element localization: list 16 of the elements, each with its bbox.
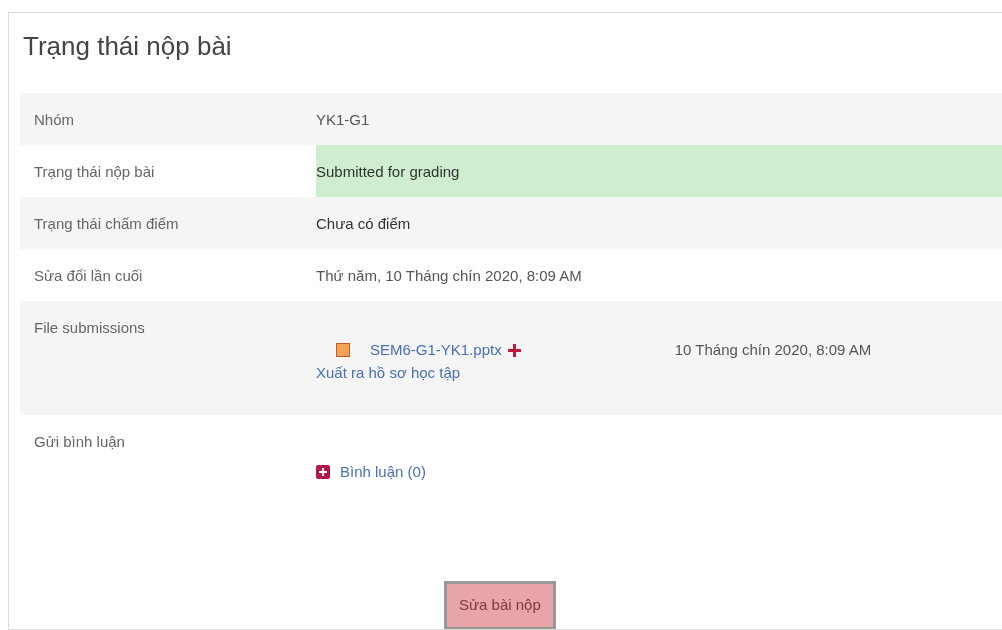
row-label: Gửi bình luận <box>34 433 125 450</box>
row-value: Submitted for grading <box>316 145 1002 197</box>
export-portfolio-link[interactable]: Xuất ra hồ sơ học tập <box>316 361 461 384</box>
row-value: YK1-G1 <box>316 110 371 130</box>
file-date: 10 Tháng chín 2020, 8:09 AM <box>674 340 872 360</box>
row-label: Nhóm <box>33 110 75 130</box>
page-title: Trạng thái nộp bài <box>23 30 233 63</box>
row-value: Chưa có điểm <box>316 214 412 234</box>
file-link[interactable]: SEM6-G1-YK1.pptx <box>370 339 502 362</box>
row-label: File submissions <box>34 319 145 336</box>
row-value: Thứ năm, 10 Tháng chín 2020, 8:09 AM <box>316 266 583 286</box>
row-label: Trạng thái chấm điểm <box>33 214 180 234</box>
comments-link[interactable]: Bình luận (0) <box>340 461 426 484</box>
edit-submission-button[interactable]: Sửa bài nộp <box>444 581 556 629</box>
row-label: Trạng thái nộp bài <box>33 162 156 182</box>
row-label: Sửa đổi lần cuối <box>33 266 144 286</box>
